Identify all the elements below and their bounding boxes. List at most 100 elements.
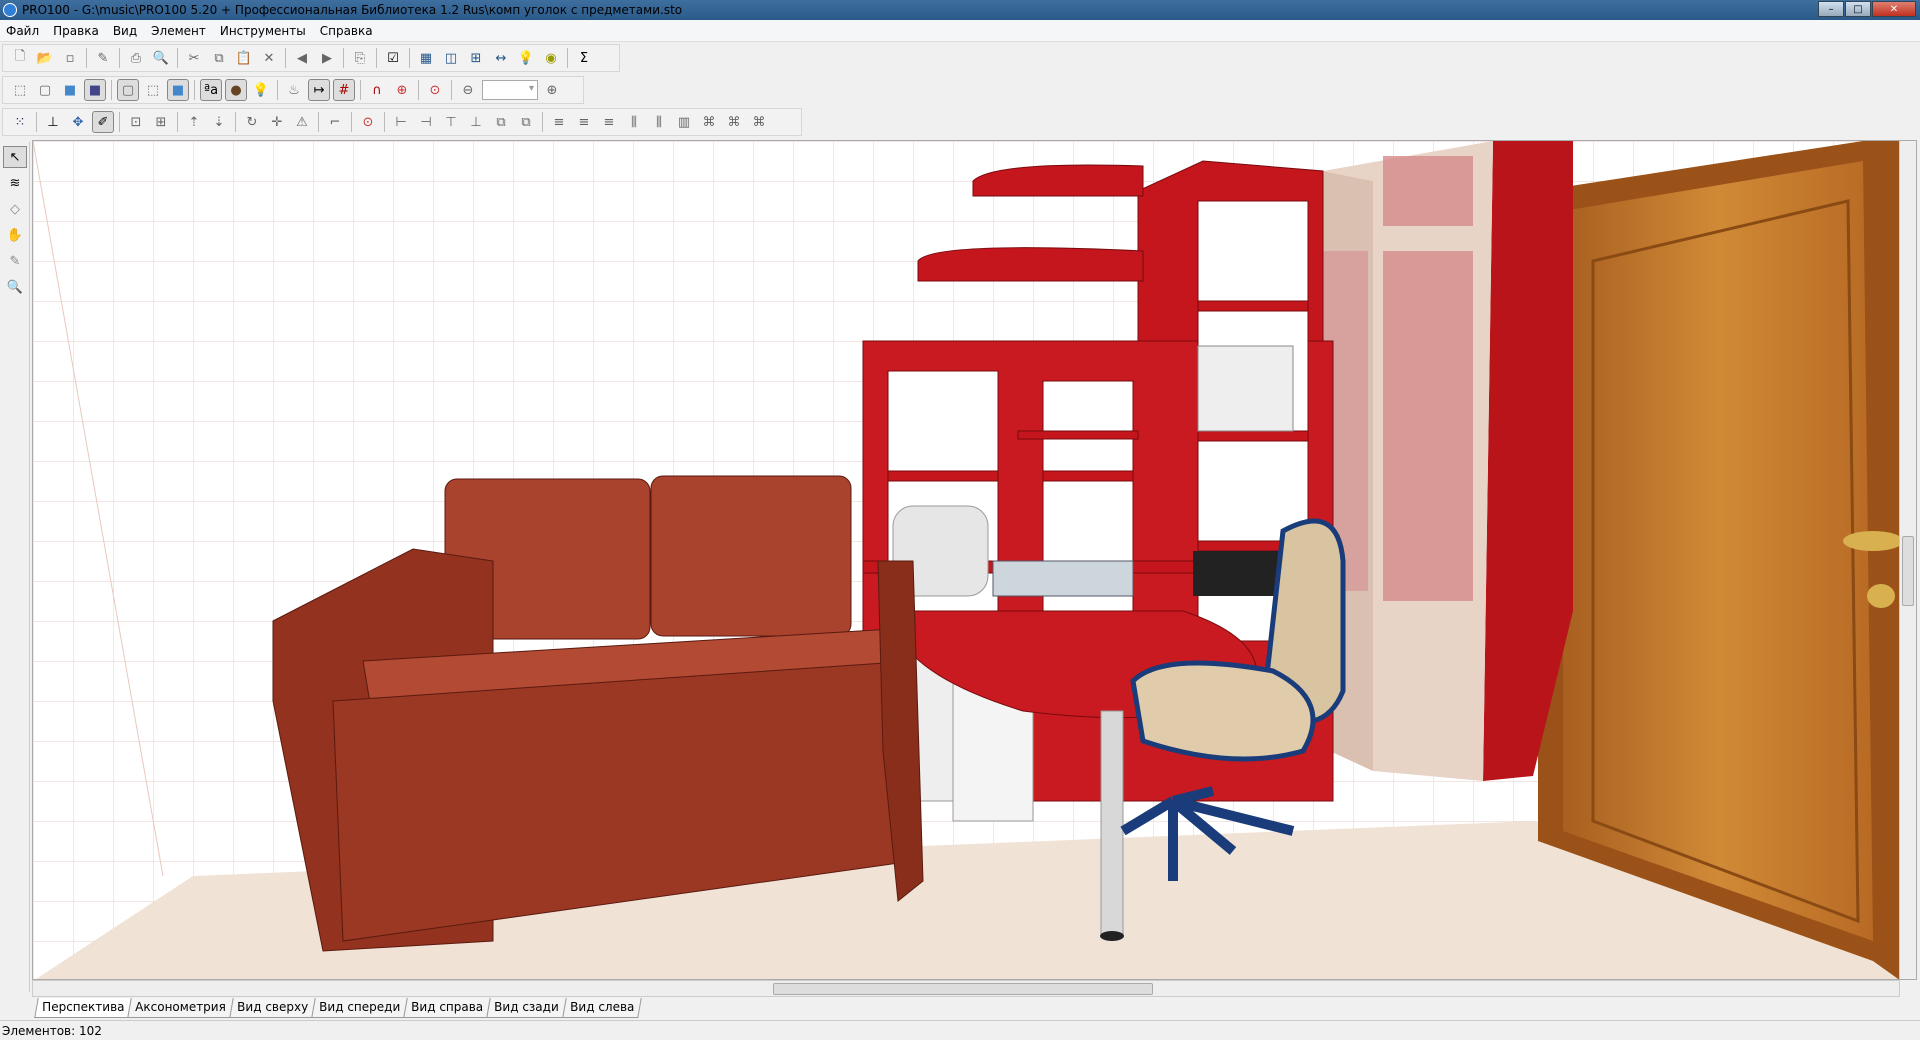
move-cross-icon[interactable]: ✛ bbox=[266, 111, 288, 133]
camera-window-icon[interactable]: ◉ bbox=[540, 47, 562, 69]
print-icon[interactable]: ⎙ bbox=[125, 47, 147, 69]
dimensions-window-icon[interactable]: ↔ bbox=[490, 47, 512, 69]
light-icon[interactable]: 💡 bbox=[250, 79, 272, 101]
material-icon[interactable]: ● bbox=[225, 79, 247, 101]
tree-icon[interactable]: ⊞ bbox=[465, 47, 487, 69]
view-persp-icon[interactable]: ⬚ bbox=[142, 79, 164, 101]
vertical-scrollbar[interactable] bbox=[1899, 141, 1916, 979]
magnet-icon[interactable]: ∩ bbox=[366, 79, 388, 101]
window-title: PRO100 - G:\music\PRO100 5.20 + Професси… bbox=[22, 3, 683, 17]
chart-icon[interactable]: ▥ bbox=[673, 111, 695, 133]
tab-top[interactable]: Вид сверху bbox=[229, 998, 316, 1018]
export-icon[interactable]: ⎘ bbox=[349, 47, 371, 69]
corner-icon[interactable]: ⌐ bbox=[324, 111, 346, 133]
distribute-icon[interactable]: ≡ bbox=[548, 111, 570, 133]
view-box-icon[interactable]: ▢ bbox=[117, 79, 139, 101]
sum-icon[interactable]: Σ bbox=[573, 47, 595, 69]
3d-viewport[interactable] bbox=[32, 140, 1917, 980]
view-solid-icon[interactable]: ■ bbox=[167, 79, 189, 101]
zoom-in-icon[interactable]: ⊕ bbox=[541, 79, 563, 101]
delete-icon[interactable]: ✕ bbox=[258, 47, 280, 69]
center-icon[interactable]: ≡ bbox=[573, 111, 595, 133]
align-left-icon[interactable]: ⊢ bbox=[390, 111, 412, 133]
table-icon[interactable]: ▦ bbox=[415, 47, 437, 69]
group-icon[interactable]: ⊡ bbox=[125, 111, 147, 133]
app-icon bbox=[3, 3, 17, 17]
cut-icon[interactable]: ✂ bbox=[183, 47, 205, 69]
texture-icon[interactable]: ♨ bbox=[283, 79, 305, 101]
zoom-out-icon[interactable]: ⊖ bbox=[457, 79, 479, 101]
size-icon[interactable]: ⧉ bbox=[490, 111, 512, 133]
tool3-icon[interactable]: ⌘ bbox=[748, 111, 770, 133]
space-icon[interactable]: ⫼ bbox=[623, 111, 645, 133]
align-bottom-icon[interactable]: ⊥ bbox=[465, 111, 487, 133]
tool2-icon[interactable]: ⌘ bbox=[723, 111, 745, 133]
tab-back[interactable]: Вид сзади bbox=[486, 998, 567, 1018]
scroll-thumb[interactable] bbox=[773, 983, 1153, 995]
target-icon[interactable]: ⊙ bbox=[357, 111, 379, 133]
tab-label: Вид сверху bbox=[237, 1000, 309, 1014]
target-icon[interactable]: ⊙ bbox=[424, 79, 446, 101]
pointer-icon[interactable]: ↖ bbox=[3, 146, 27, 168]
edit-icon[interactable]: ✐ bbox=[92, 111, 114, 133]
tool1-icon[interactable]: ⌘ bbox=[698, 111, 720, 133]
light-window-icon[interactable]: 💡 bbox=[515, 47, 537, 69]
outline-icon[interactable]: ▢ bbox=[34, 79, 56, 101]
properties-icon[interactable]: ✎ bbox=[92, 47, 114, 69]
menu-element[interactable]: Элемент bbox=[151, 24, 206, 38]
snap-icon[interactable]: ⊕ bbox=[391, 79, 413, 101]
align-top-icon[interactable]: ⊤ bbox=[440, 111, 462, 133]
minimize-button[interactable]: – bbox=[1818, 1, 1844, 17]
checklist-icon[interactable]: ☑ bbox=[382, 47, 404, 69]
solid-icon[interactable]: ■ bbox=[59, 79, 81, 101]
rotate-icon[interactable]: ↻ bbox=[241, 111, 263, 133]
mirror-icon[interactable]: ⚠ bbox=[291, 111, 313, 133]
select-all-icon[interactable]: ⁙ bbox=[9, 111, 31, 133]
tab-perspective[interactable]: Перспектива bbox=[34, 998, 133, 1018]
menu-tools[interactable]: Инструменты bbox=[220, 24, 306, 38]
save-icon[interactable]: ▫ bbox=[59, 47, 81, 69]
paste-icon[interactable]: 📋 bbox=[233, 47, 255, 69]
tab-axonometry[interactable]: Аксонометрия bbox=[127, 998, 234, 1018]
menu-help[interactable]: Справка bbox=[320, 24, 373, 38]
copy-icon[interactable]: ⧉ bbox=[208, 47, 230, 69]
space2-icon[interactable]: ⫼ bbox=[648, 111, 670, 133]
redo-icon[interactable]: ▶ bbox=[316, 47, 338, 69]
horizontal-scrollbar[interactable] bbox=[32, 980, 1900, 997]
new-icon[interactable]: 🗋 bbox=[9, 47, 31, 69]
raise-icon[interactable]: ⇡ bbox=[183, 111, 205, 133]
tab-front[interactable]: Вид спереди bbox=[311, 998, 408, 1018]
ruler-icon[interactable]: ↦ bbox=[308, 79, 330, 101]
close-button[interactable]: ✕ bbox=[1872, 1, 1916, 17]
rotate-view-icon[interactable]: ◇ bbox=[3, 198, 27, 220]
lower-icon[interactable]: ⇣ bbox=[208, 111, 230, 133]
shaded-icon[interactable]: ■ bbox=[84, 79, 106, 101]
menu-file[interactable]: Файл bbox=[6, 24, 39, 38]
maximize-button[interactable]: □ bbox=[1845, 1, 1871, 17]
undo-icon[interactable]: ◀ bbox=[291, 47, 313, 69]
tab-left[interactable]: Вид слева bbox=[561, 998, 642, 1018]
menu-edit[interactable]: Правка bbox=[53, 24, 99, 38]
edit-view-icon[interactable]: ✎ bbox=[3, 250, 27, 272]
tab-label: Вид сзади bbox=[494, 1000, 559, 1014]
print-preview-icon[interactable]: 🔍 bbox=[150, 47, 172, 69]
ungroup-icon[interactable]: ⊞ bbox=[150, 111, 172, 133]
open-icon[interactable]: 📂 bbox=[34, 47, 56, 69]
move-icon[interactable]: ✥ bbox=[67, 111, 89, 133]
tab-right[interactable]: Вид справа bbox=[403, 998, 491, 1018]
layers-icon[interactable]: ≋ bbox=[3, 172, 27, 194]
size2-icon[interactable]: ⧉ bbox=[515, 111, 537, 133]
text-icon[interactable]: ªa bbox=[200, 79, 222, 101]
distribute2-icon[interactable]: ≡ bbox=[598, 111, 620, 133]
menu-view[interactable]: Вид bbox=[113, 24, 137, 38]
grid-icon[interactable]: # bbox=[333, 79, 355, 101]
zoom-select[interactable] bbox=[482, 80, 538, 100]
zoom-window-icon[interactable]: ◫ bbox=[440, 47, 462, 69]
insert-icon[interactable]: ⊥ bbox=[42, 111, 64, 133]
zoom-view-icon[interactable]: 🔍 bbox=[3, 276, 27, 298]
scroll-thumb[interactable] bbox=[1902, 536, 1914, 606]
align-right-icon[interactable]: ⊣ bbox=[415, 111, 437, 133]
pan-icon[interactable]: ✋ bbox=[3, 224, 27, 246]
wireframe-icon[interactable]: ⬚ bbox=[9, 79, 31, 101]
tab-label: Вид справа bbox=[411, 1000, 484, 1014]
